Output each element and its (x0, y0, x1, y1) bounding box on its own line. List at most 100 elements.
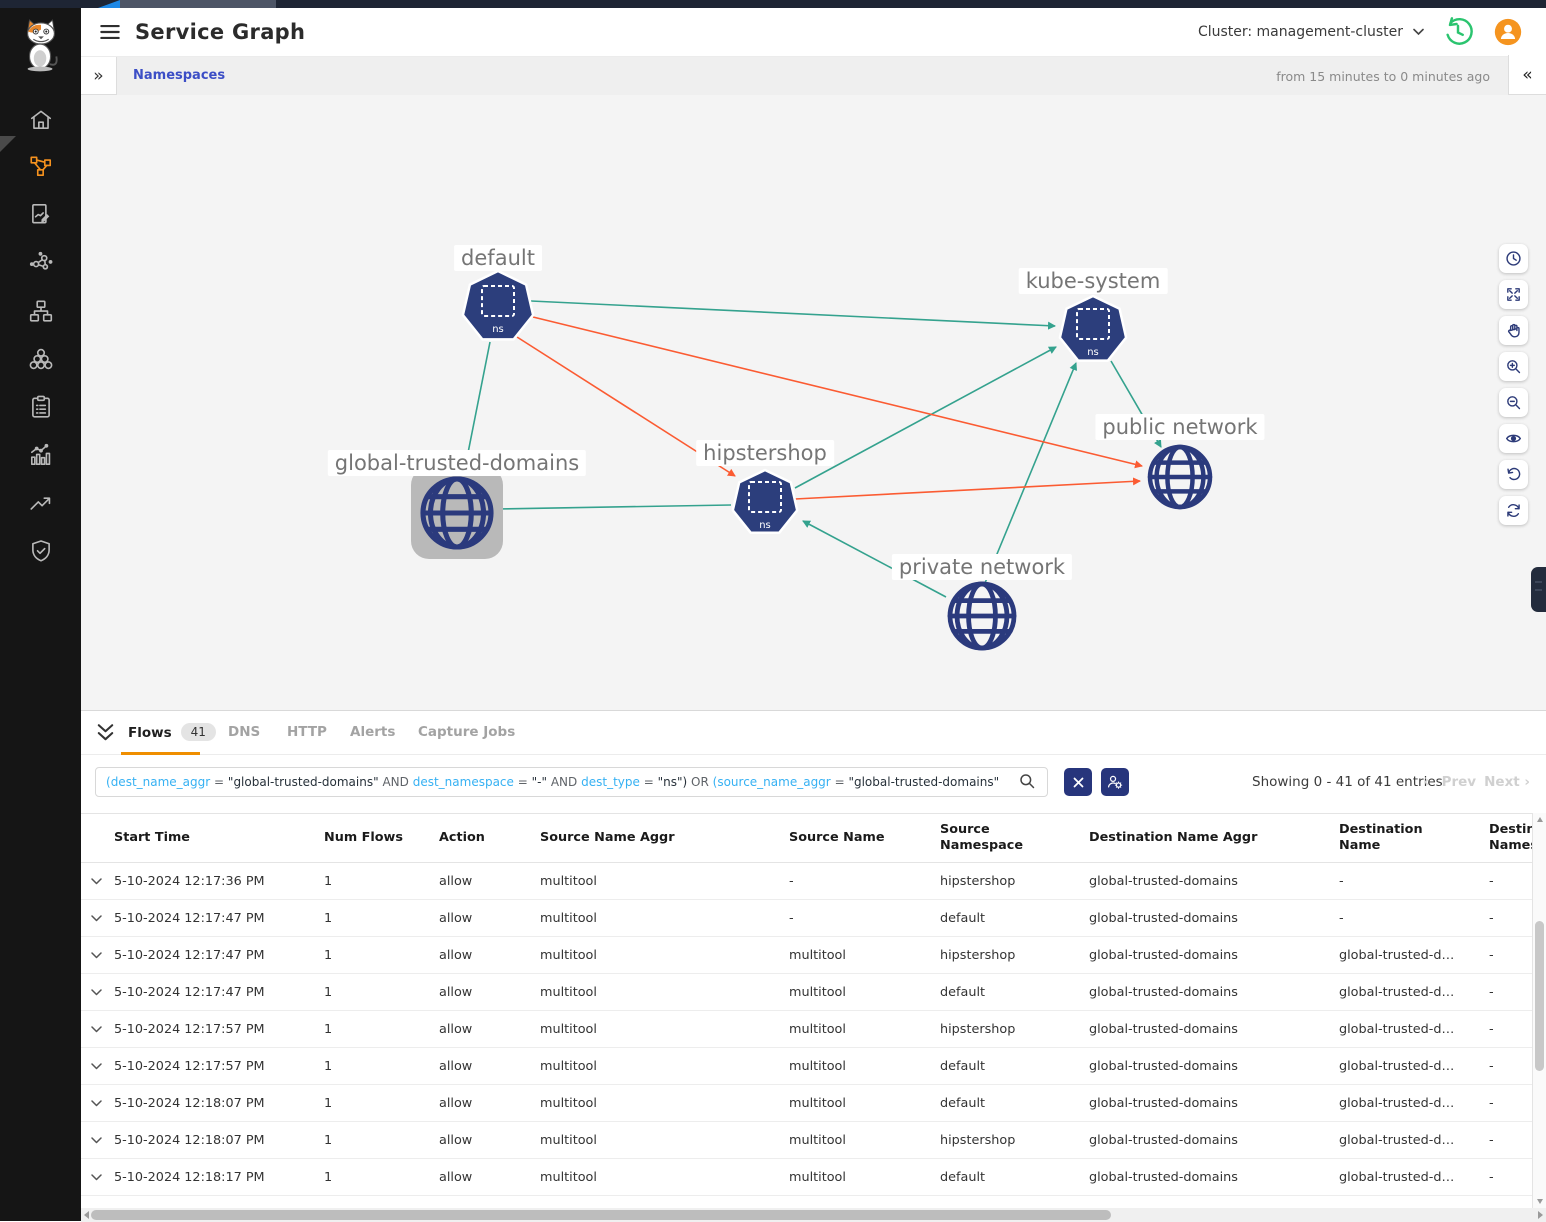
expand-side-panel-button[interactable]: » (81, 57, 117, 95)
table-row[interactable]: 5-10-2024 12:18:07 PM1allowmultitoolmult… (81, 1085, 1532, 1122)
table-row[interactable]: 5-10-2024 12:18:07 PM1allowmultitoolmult… (81, 1122, 1532, 1159)
table-cell: global-trusted-d… (1339, 1059, 1489, 1074)
row-expand-chevron-icon[interactable] (91, 951, 114, 960)
col-source-namespace[interactable]: Source Namespace (940, 822, 1089, 854)
table-row[interactable]: 5-10-2024 12:17:47 PM1allowmultitoolmult… (81, 937, 1532, 974)
show-hide-button[interactable] (1499, 424, 1528, 453)
pan-button[interactable] (1499, 316, 1528, 345)
table-row[interactable]: 5-10-2024 12:17:47 PM1allowmultitool-def… (81, 900, 1532, 937)
horizontal-scrollbar[interactable] (81, 1208, 1546, 1222)
edge-hipstershop-to-global-trusted-domains[interactable] (495, 505, 731, 509)
row-expand-chevron-icon[interactable] (91, 1099, 114, 1108)
table-row[interactable]: 5-10-2024 12:17:47 PM1allowmultitoolmult… (81, 974, 1532, 1011)
collapse-right-panel-button[interactable]: « (1508, 55, 1546, 95)
zoom-out-icon (1505, 394, 1522, 411)
cluster-selector[interactable]: Cluster: management-cluster (1198, 24, 1424, 40)
flow-filter-input[interactable]: (dest_name_aggr = "global-trusted-domain… (95, 767, 1048, 797)
column-settings-button[interactable] (1101, 768, 1129, 796)
next-button[interactable]: Next (1484, 774, 1520, 790)
graph-node-public-network[interactable] (1150, 447, 1210, 507)
tab-capture-jobs[interactable]: Capture Jobs (418, 724, 515, 740)
row-expand-chevron-icon[interactable] (91, 1025, 114, 1034)
tab-dns[interactable]: DNS (228, 724, 260, 740)
col-destination-name-aggr[interactable]: Destination Name Aggr (1089, 830, 1339, 846)
scroll-left-arrow[interactable] (84, 1211, 89, 1219)
undo-button[interactable] (1499, 460, 1528, 489)
filter-token: "global-trusted-domains" (228, 775, 379, 789)
col-source-name-aggr[interactable]: Source Name Aggr (540, 830, 789, 846)
table-row[interactable]: 5-10-2024 12:18:17 PM1allowmultitoolmult… (81, 1159, 1532, 1196)
time-range-label: from 15 minutes to 0 minutes ago (1276, 69, 1490, 84)
graph-svg: ns ns ns (81, 95, 1546, 710)
row-expand-chevron-icon[interactable] (91, 1173, 114, 1182)
graph-node-default[interactable]: ns (463, 271, 533, 339)
sidebar-item-security[interactable] (0, 528, 81, 574)
user-avatar[interactable] (1492, 16, 1524, 48)
edge-hipstershop-to-public-network[interactable] (795, 481, 1140, 499)
sidebar-item-home[interactable] (0, 97, 81, 143)
graph-node-kube-system[interactable]: ns (1060, 296, 1126, 361)
table-row[interactable]: 5-10-2024 12:17:36 PM1allowmultitool-hip… (81, 863, 1532, 900)
fit-to-screen-button[interactable] (1499, 280, 1528, 309)
edge-hipstershop-to-kube-system[interactable] (795, 347, 1056, 488)
graph-node-label-public-network: public network (1095, 414, 1264, 440)
scroll-right-arrow[interactable] (1538, 1211, 1543, 1219)
sidebar-item-networks[interactable] (0, 288, 81, 334)
graph-node-global-trusted-domains[interactable] (411, 467, 503, 559)
refresh-icon (1505, 502, 1522, 519)
sidebar-item-activity[interactable] (0, 480, 81, 526)
edge-default-to-kube-system[interactable] (531, 301, 1055, 326)
horizontal-scroll-thumb[interactable] (91, 1210, 1111, 1220)
col-source-name[interactable]: Source Name (789, 830, 940, 846)
vertical-scrollbar[interactable] (1532, 813, 1546, 1208)
panel-collapse-button[interactable] (97, 724, 114, 745)
col-destination-name[interactable]: Destination Name (1339, 822, 1489, 854)
vertical-scroll-thumb[interactable] (1535, 921, 1544, 1071)
edge-private-network-to-kube-system[interactable] (985, 363, 1076, 583)
scroll-down-arrow[interactable] (1537, 1199, 1543, 1204)
table-cell: multitool (789, 1170, 940, 1185)
table-row[interactable]: 5-10-2024 12:17:57 PM1allowmultitoolmult… (81, 1011, 1532, 1048)
sidebar-item-clusters[interactable] (0, 336, 81, 382)
sidebar-item-policies[interactable] (0, 191, 81, 237)
col-action[interactable]: Action (439, 830, 540, 846)
search-icon[interactable] (1019, 773, 1035, 789)
row-expand-chevron-icon[interactable] (91, 877, 114, 886)
browser-tab[interactable] (120, 0, 276, 8)
home-icon (28, 107, 54, 133)
row-expand-chevron-icon[interactable] (91, 1136, 114, 1145)
col-destination-namespace[interactable]: Destination Namespace (1489, 822, 1536, 854)
hamburger-menu-button[interactable] (97, 19, 123, 45)
refresh-button[interactable] (1499, 496, 1528, 525)
zoom-in-button[interactable] (1499, 352, 1528, 381)
sidebar-item-service-graph[interactable] (0, 143, 81, 189)
graph-node-hipstershop[interactable]: ns (733, 470, 797, 533)
row-expand-chevron-icon[interactable] (91, 914, 114, 923)
sidebar-item-dashboards[interactable] (0, 432, 81, 478)
row-expand-chevron-icon[interactable] (91, 1062, 114, 1071)
breadcrumb-namespaces[interactable]: Namespaces (133, 68, 225, 83)
right-panel-handle[interactable] (1531, 567, 1546, 612)
history-button[interactable] (1442, 16, 1474, 48)
table-row[interactable]: 5-10-2024 12:17:57 PM1allowmultitoolmult… (81, 1048, 1532, 1085)
tab-flows[interactable]: Flows41 (128, 724, 216, 742)
calico-cat-logo[interactable] (18, 16, 64, 72)
col-start-time[interactable]: Start Time (114, 830, 324, 846)
graph-node-private-network[interactable] (950, 584, 1014, 648)
trend-arrow-icon (28, 490, 54, 516)
clear-filter-button[interactable] (1064, 768, 1092, 796)
tab-http[interactable]: HTTP (287, 724, 327, 740)
row-expand-chevron-icon[interactable] (91, 988, 114, 997)
zoom-out-button[interactable] (1499, 388, 1528, 417)
sidebar-item-endpoints[interactable] (0, 240, 81, 286)
scroll-up-arrow[interactable] (1537, 817, 1543, 822)
service-graph-canvas[interactable]: nsnsns defaultkube-systemhipstershopglob… (81, 95, 1546, 710)
prev-button[interactable]: Prev (1442, 774, 1477, 790)
edge-default-to-public-network[interactable] (533, 317, 1142, 466)
edge-default-to-global-trusted-domains[interactable] (466, 342, 490, 463)
tab-alerts[interactable]: Alerts (350, 724, 395, 740)
col-num-flows[interactable]: Num Flows (324, 830, 439, 846)
filter-token: ) (683, 775, 688, 789)
timeline-button[interactable] (1499, 244, 1528, 273)
sidebar-item-compliance-reports[interactable] (0, 384, 81, 430)
